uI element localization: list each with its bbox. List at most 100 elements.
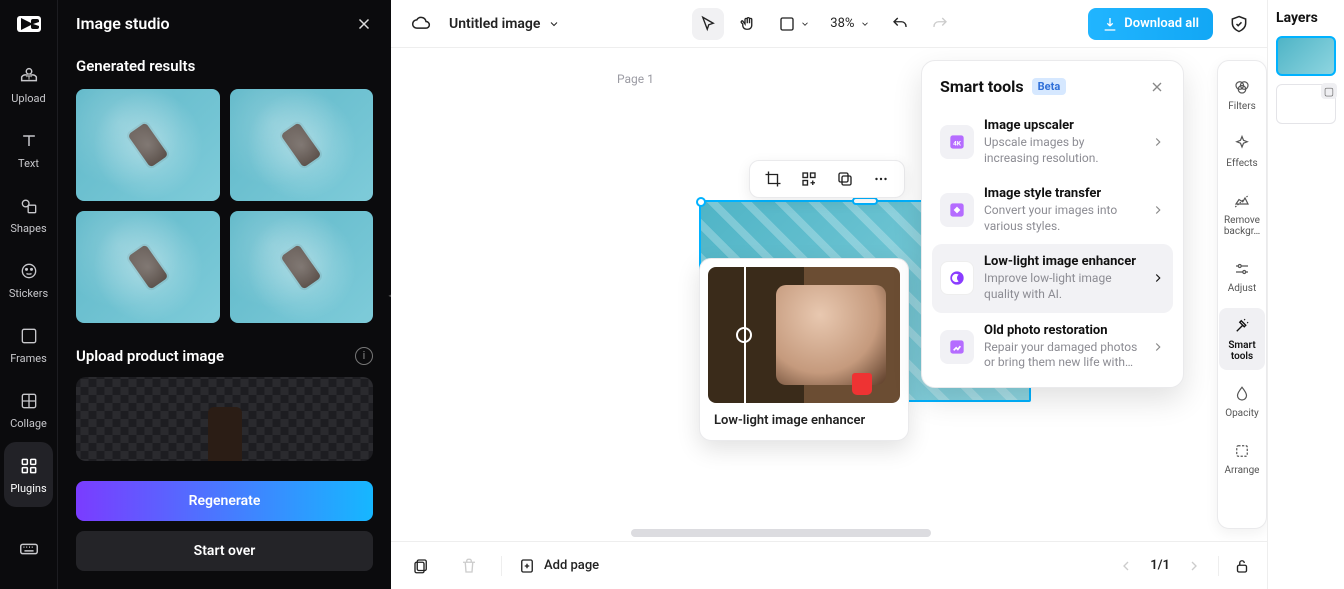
- plugins-icon: [17, 454, 41, 478]
- rail-item-keyboard[interactable]: [0, 507, 57, 573]
- horizontal-scrollbar[interactable]: [631, 529, 827, 537]
- pages-overview-button[interactable]: [405, 550, 437, 582]
- chevron-right-icon: [1151, 271, 1165, 285]
- product-preview: [208, 407, 242, 461]
- popover-title: Smart tools: [940, 77, 1024, 96]
- selection-toolbar: [749, 160, 905, 198]
- adjust-arrange[interactable]: Arrange: [1219, 433, 1265, 484]
- popover-close-button[interactable]: [1149, 79, 1165, 95]
- layer-thumbnail-blank[interactable]: ▢: [1276, 84, 1336, 124]
- resize-handle[interactable]: [696, 197, 706, 207]
- chevron-right-icon: [1151, 203, 1165, 217]
- item-desc: Improve low-light image quality with AI.: [984, 271, 1141, 302]
- result-thumbnail[interactable]: [230, 211, 374, 323]
- filters-icon: [1232, 77, 1252, 97]
- download-icon: [1102, 16, 1118, 32]
- more-button[interactable]: [864, 164, 898, 194]
- rail-item-stickers[interactable]: Stickers: [0, 247, 57, 312]
- item-title: Image style transfer: [984, 186, 1141, 201]
- canvas-viewport[interactable]: Page 1 Low-light image enhancer: [391, 48, 1267, 541]
- opacity-icon: [1232, 384, 1252, 404]
- smart-tool-item-lowlight[interactable]: Low-light image enhancerImprove low-ligh…: [932, 244, 1173, 312]
- item-title: Old photo restoration: [984, 323, 1141, 338]
- resize-handle[interactable]: [852, 197, 878, 205]
- left-tool-rail: Upload Text Shapes Stickers Frames Colla…: [0, 0, 57, 589]
- adjust-label: Arrange: [1225, 465, 1260, 476]
- upload-product-dropzone[interactable]: [76, 377, 373, 461]
- close-panel-button[interactable]: [355, 15, 373, 33]
- result-thumbnail[interactable]: [230, 89, 374, 201]
- smart-tools-popover: Smart tools Beta 4K Image upscalerUpscal…: [921, 60, 1184, 388]
- ai-tools-button[interactable]: [792, 164, 826, 194]
- layer-thumbnail-selected[interactable]: [1276, 36, 1336, 76]
- divider: [501, 556, 502, 576]
- shapes-icon: [17, 194, 41, 218]
- keyboard-icon: [17, 537, 41, 561]
- smart-tool-item-upscaler[interactable]: 4K Image upscalerUpscale images by incre…: [932, 108, 1173, 176]
- rail-item-plugins[interactable]: Plugins: [4, 442, 53, 507]
- upload-heading: Upload product image: [76, 347, 224, 365]
- duplicate-button[interactable]: [828, 164, 862, 194]
- rail-item-text[interactable]: Text: [0, 117, 57, 182]
- rail-label: Collage: [10, 417, 47, 430]
- result-thumbnail[interactable]: [76, 89, 220, 201]
- delete-page-button[interactable]: [453, 550, 485, 582]
- undo-button[interactable]: [884, 8, 916, 40]
- regenerate-button[interactable]: Regenerate: [76, 481, 373, 521]
- add-page-label: Add page: [544, 558, 599, 573]
- shield-icon[interactable]: [1225, 10, 1253, 38]
- preview-image: [708, 267, 900, 403]
- top-toolbar: Untitled image 38% Download all: [391, 0, 1267, 48]
- adjust-opacity[interactable]: Opacity: [1219, 376, 1265, 427]
- download-all-label: Download all: [1124, 16, 1199, 31]
- frames-icon: [17, 324, 41, 348]
- bottom-bar: Add page 1/1: [391, 541, 1267, 589]
- start-over-button[interactable]: Start over: [76, 531, 373, 571]
- text-icon: [17, 129, 41, 153]
- next-page-button[interactable]: [1182, 554, 1206, 578]
- rail-item-upload[interactable]: Upload: [0, 52, 57, 117]
- result-thumbnail[interactable]: [76, 211, 220, 323]
- rail-item-frames[interactable]: Frames: [0, 312, 57, 377]
- remove-bg-icon: [1232, 191, 1252, 211]
- crop-button[interactable]: [756, 164, 790, 194]
- panel-title: Image studio: [76, 14, 170, 33]
- tool-preview-card: Low-light image enhancer: [699, 258, 909, 441]
- adjust-filters[interactable]: Filters: [1219, 69, 1265, 120]
- redo-button[interactable]: [924, 8, 956, 40]
- info-icon[interactable]: i: [355, 347, 373, 365]
- item-title: Image upscaler: [984, 118, 1141, 133]
- adjust-effects[interactable]: Effects: [1219, 126, 1265, 177]
- adjust-label: Remove backgr…: [1219, 215, 1265, 237]
- rail-label: Text: [18, 157, 39, 170]
- rail-item-collage[interactable]: Collage: [0, 377, 57, 442]
- document-title: Untitled image: [449, 16, 540, 32]
- adjust-smart-tools[interactable]: Smart tools: [1219, 308, 1265, 370]
- page-label: Page 1: [617, 72, 654, 86]
- smart-tool-item-restoration[interactable]: Old photo restoration Repair your damaged…: [932, 313, 1173, 381]
- divider: [1218, 556, 1219, 576]
- adjust-adjust[interactable]: Adjust: [1219, 251, 1265, 302]
- hand-tool-button[interactable]: [732, 8, 764, 40]
- canvas-size-dropdown[interactable]: [772, 8, 816, 40]
- item-desc: Repair your damaged photos or bring them…: [984, 340, 1141, 371]
- smart-tool-item-style-transfer[interactable]: Image style transferConvert your images …: [932, 176, 1173, 244]
- arrange-icon: [1232, 441, 1252, 461]
- download-all-button[interactable]: Download all: [1088, 8, 1213, 40]
- app-logo[interactable]: [13, 8, 45, 40]
- add-page-icon: [518, 557, 536, 575]
- style-transfer-icon: [940, 193, 974, 227]
- lock-icon[interactable]: [1231, 555, 1253, 577]
- zoom-dropdown[interactable]: 38%: [824, 16, 876, 31]
- effects-icon: [1232, 134, 1252, 154]
- add-page-button[interactable]: Add page: [518, 557, 599, 575]
- rail-item-shapes[interactable]: Shapes: [0, 182, 57, 247]
- document-title-dropdown[interactable]: Untitled image: [449, 16, 560, 32]
- select-tool-button[interactable]: [692, 8, 724, 40]
- adjust-remove-bg[interactable]: Remove backgr…: [1219, 183, 1265, 245]
- preview-caption: Low-light image enhancer: [708, 403, 900, 432]
- item-desc: Upscale images by increasing resolution.: [984, 135, 1141, 166]
- prev-page-button[interactable]: [1114, 554, 1138, 578]
- cloud-sync-icon[interactable]: [405, 8, 437, 40]
- rail-label: Upload: [11, 92, 45, 105]
